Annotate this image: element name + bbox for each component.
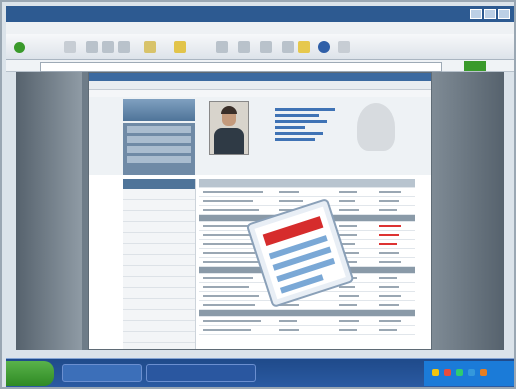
table-row[interactable] — [199, 326, 415, 335]
left-menu-item[interactable] — [123, 266, 195, 277]
side-nav-item[interactable] — [127, 126, 191, 133]
system-tray — [424, 361, 514, 386]
left-menu-item[interactable] — [123, 310, 195, 321]
profile-details — [275, 105, 345, 144]
forward-icon[interactable] — [64, 41, 76, 53]
folder-icon[interactable] — [298, 41, 310, 53]
left-menu-item[interactable] — [123, 189, 195, 200]
print-icon[interactable] — [260, 41, 272, 53]
left-menu-item[interactable] — [123, 288, 195, 299]
go-button[interactable] — [464, 61, 486, 71]
address-input[interactable] — [40, 62, 442, 72]
screenshot-frame — [0, 0, 516, 389]
messenger-icon[interactable] — [318, 41, 330, 53]
edit-icon[interactable] — [282, 41, 294, 53]
side-nav-item[interactable] — [127, 156, 191, 163]
site-logo — [123, 99, 195, 121]
menu-bar — [6, 22, 514, 34]
stop-icon[interactable] — [86, 41, 98, 53]
portrait-sketch — [357, 103, 395, 151]
history-icon[interactable] — [216, 41, 228, 53]
left-menu-item[interactable] — [123, 277, 195, 288]
left-menu-item[interactable] — [123, 332, 195, 343]
mail-icon[interactable] — [238, 41, 250, 53]
table-header — [199, 179, 415, 188]
side-navigation — [123, 123, 195, 175]
left-menu — [123, 179, 196, 354]
taskbar — [6, 358, 514, 387]
minimize-button[interactable] — [470, 9, 482, 19]
profile-header — [89, 97, 431, 175]
side-nav-item[interactable] — [127, 136, 191, 143]
left-menu-item[interactable] — [123, 211, 195, 222]
left-menu-item[interactable] — [123, 233, 195, 244]
side-nav-item[interactable] — [127, 146, 191, 153]
tools-icon[interactable] — [338, 41, 350, 53]
home-icon[interactable] — [118, 41, 130, 53]
embedded-titlebar — [89, 73, 431, 81]
left-menu-item[interactable] — [123, 255, 195, 266]
browser-toolbar — [6, 34, 514, 60]
embedded-toolbar — [89, 81, 431, 90]
viewport-left-border — [16, 72, 82, 350]
left-menu-item[interactable] — [123, 222, 195, 233]
document-icon — [246, 199, 354, 307]
table-row[interactable] — [199, 188, 415, 197]
left-menu-item[interactable] — [123, 343, 195, 354]
profile-photo — [209, 101, 249, 155]
favorites-icon[interactable] — [174, 41, 186, 53]
left-menu-item[interactable] — [123, 200, 195, 211]
back-button[interactable] — [14, 40, 50, 54]
search-icon[interactable] — [144, 41, 156, 53]
window-titlebar — [6, 6, 514, 22]
close-button[interactable] — [498, 9, 510, 19]
back-arrow-icon — [14, 41, 25, 53]
left-menu-item[interactable] — [123, 321, 195, 332]
left-menu-item[interactable] — [123, 299, 195, 310]
table-row[interactable] — [199, 317, 415, 326]
address-bar — [6, 60, 514, 72]
left-menu-item[interactable] — [123, 244, 195, 255]
start-button[interactable] — [6, 361, 54, 386]
maximize-button[interactable] — [484, 9, 496, 19]
refresh-icon[interactable] — [102, 41, 114, 53]
taskbar-window-button[interactable] — [62, 364, 142, 382]
table-section — [199, 310, 415, 317]
taskbar-window-button-active[interactable] — [146, 364, 256, 382]
